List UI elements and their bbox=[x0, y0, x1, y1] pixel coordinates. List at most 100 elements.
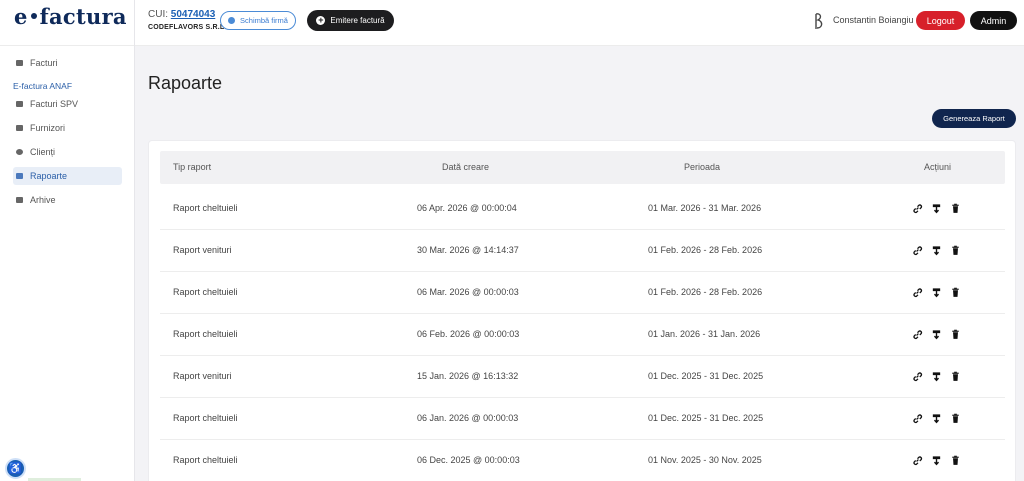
link-icon[interactable] bbox=[912, 369, 923, 382]
accessibility-icon[interactable]: ♿ bbox=[5, 458, 26, 479]
sidebar-item-label: Furnizori bbox=[30, 123, 66, 133]
link-icon[interactable] bbox=[912, 243, 923, 256]
report-period: 01 Feb. 2026 - 28 Feb. 2026 bbox=[648, 287, 763, 297]
sidebar-item-label: Rapoarte bbox=[30, 171, 68, 181]
change-company-label: Schimbă firmă bbox=[240, 16, 288, 25]
table-header bbox=[160, 151, 1005, 184]
row-actions bbox=[912, 243, 961, 256]
report-created-date: 06 Dec. 2025 @ 00:00:03 bbox=[417, 455, 520, 465]
column-header-period: Perioada bbox=[684, 162, 721, 172]
table-row: Raport cheltuieli 06 Mar. 2026 @ 00:00:03… bbox=[160, 272, 1005, 314]
document-icon bbox=[16, 101, 23, 107]
trash-icon[interactable] bbox=[950, 453, 961, 465]
link-icon[interactable] bbox=[912, 201, 923, 214]
trash-icon[interactable] bbox=[950, 327, 961, 339]
row-actions bbox=[912, 201, 961, 214]
building-icon bbox=[228, 17, 236, 24]
column-header-created: Dată creare bbox=[442, 162, 490, 172]
admin-button[interactable]: Admin bbox=[970, 11, 1017, 30]
cui-link[interactable]: 50474043 bbox=[171, 9, 216, 20]
cui-info: CUI: 50474043 bbox=[148, 9, 215, 20]
report-created-date: 06 Jan. 2026 @ 00:00:03 bbox=[417, 413, 519, 423]
download-icon[interactable] bbox=[931, 453, 942, 466]
download-icon[interactable] bbox=[931, 369, 942, 382]
table-row: Raport cheltuieli 06 Apr. 2026 @ 00:00:04… bbox=[160, 188, 1005, 230]
download-icon[interactable] bbox=[931, 285, 942, 298]
report-type: Raport venituri bbox=[173, 245, 232, 255]
emit-invoice-label: Emitere factură bbox=[330, 16, 385, 25]
download-icon[interactable] bbox=[931, 243, 942, 256]
table-row: Raport venituri 30 Mar. 2026 @ 14:14:37 01… bbox=[160, 230, 1005, 272]
user-logo-icon bbox=[815, 13, 823, 29]
report-created-date: 15 Jan. 2026 @ 16:13:32 bbox=[417, 371, 519, 381]
report-type: Raport venituri bbox=[173, 371, 232, 381]
column-header-type: Tip raport bbox=[173, 162, 212, 172]
sidebar-item-label: Arhive bbox=[30, 195, 56, 205]
report-created-date: 06 Apr. 2026 @ 00:00:04 bbox=[417, 203, 517, 213]
change-company-button[interactable]: Schimbă firmă bbox=[220, 11, 296, 30]
cui-label: CUI: bbox=[148, 9, 168, 20]
page-title: Rapoarte bbox=[148, 73, 223, 93]
trash-icon[interactable] bbox=[950, 285, 961, 297]
sidebar-item-clienti[interactable]: Clienți bbox=[13, 143, 122, 161]
row-actions bbox=[912, 369, 961, 382]
report-period: 01 Mar. 2026 - 31 Mar. 2026 bbox=[648, 203, 762, 213]
report-type: Raport cheltuieli bbox=[173, 287, 238, 297]
link-icon[interactable] bbox=[912, 285, 923, 298]
report-type: Raport cheltuieli bbox=[173, 203, 238, 213]
report-created-date: 06 Mar. 2026 @ 00:00:03 bbox=[417, 287, 519, 297]
trash-icon[interactable] bbox=[950, 411, 961, 423]
clients-icon bbox=[16, 149, 23, 155]
link-icon[interactable] bbox=[912, 327, 923, 340]
table-row: Raport venituri 15 Jan. 2026 @ 16:13:32 01… bbox=[160, 356, 1005, 398]
sidebar-item-rapoarte[interactable]: Rapoarte bbox=[13, 167, 122, 185]
invoice-icon bbox=[16, 60, 23, 66]
table-row: Raport cheltuieli 06 Dec. 2025 @ 00:00:03… bbox=[160, 440, 1005, 481]
plus-circle-icon: + bbox=[316, 15, 326, 25]
download-icon[interactable] bbox=[931, 201, 942, 214]
table-row: Raport cheltuieli 06 Feb. 2026 @ 00:00:03… bbox=[160, 314, 1005, 356]
logout-button[interactable]: Logout bbox=[916, 11, 965, 30]
sidebar-section-title: E-factura ANAF bbox=[13, 81, 73, 91]
sidebar-item-label: Clienți bbox=[30, 147, 56, 157]
column-header-actions: Acțiuni bbox=[924, 162, 952, 172]
emit-invoice-button[interactable]: + Emitere factură bbox=[307, 10, 394, 31]
sidebar-item-label: Facturi bbox=[30, 58, 58, 68]
row-actions bbox=[912, 453, 961, 466]
sidebar-item-facturi[interactable]: Facturi bbox=[13, 54, 122, 72]
archive-icon bbox=[16, 197, 23, 203]
sidebar-item-facturi-spv[interactable]: Facturi SPV bbox=[13, 95, 122, 113]
trash-icon[interactable] bbox=[950, 201, 961, 213]
table-row: Raport cheltuieli 06 Jan. 2026 @ 00:00:03… bbox=[160, 398, 1005, 440]
download-icon[interactable] bbox=[931, 411, 942, 424]
sidebar-item-furnizori[interactable]: Furnizori bbox=[13, 119, 122, 137]
sidebar-item-arhive[interactable]: Arhive bbox=[13, 191, 122, 209]
efactura-logo[interactable]: e factura bbox=[14, 4, 127, 29]
user-name: Constantin Boiangiu bbox=[833, 15, 914, 25]
report-period: 01 Dec. 2025 - 31 Dec. 2025 bbox=[648, 413, 764, 423]
report-period: 01 Dec. 2025 - 31 Dec. 2025 bbox=[648, 371, 764, 381]
row-actions bbox=[912, 285, 961, 298]
report-type: Raport cheltuieli bbox=[173, 329, 238, 339]
report-type: Raport cheltuieli bbox=[173, 455, 238, 465]
sidebar: Facturi E-factura ANAF Facturi SPV Furni… bbox=[0, 46, 134, 481]
row-actions bbox=[912, 327, 961, 340]
sidebar-divider bbox=[134, 0, 135, 481]
logo-text-left: e bbox=[14, 4, 28, 29]
generate-report-button[interactable]: Genereaza Raport bbox=[932, 109, 1016, 128]
report-period: 01 Feb. 2026 - 28 Feb. 2026 bbox=[648, 245, 763, 255]
report-type: Raport cheltuieli bbox=[173, 413, 238, 423]
report-period: 01 Jan. 2026 - 31 Jan. 2026 bbox=[648, 329, 761, 339]
report-created-date: 06 Feb. 2026 @ 00:00:03 bbox=[417, 329, 520, 339]
logo-text-right: factura bbox=[39, 4, 127, 29]
trash-icon[interactable] bbox=[950, 369, 961, 381]
link-icon[interactable] bbox=[912, 453, 923, 466]
report-created-date: 30 Mar. 2026 @ 14:14:37 bbox=[417, 245, 519, 255]
logo-dot bbox=[30, 12, 37, 19]
top-header: e factura CUI: 50474043 CODEFLAVORS S.R.L… bbox=[0, 0, 1024, 46]
link-icon[interactable] bbox=[912, 411, 923, 424]
table-icon bbox=[16, 173, 23, 179]
trash-icon[interactable] bbox=[950, 243, 961, 255]
download-icon[interactable] bbox=[931, 327, 942, 340]
sidebar-item-label: Facturi SPV bbox=[30, 99, 79, 109]
